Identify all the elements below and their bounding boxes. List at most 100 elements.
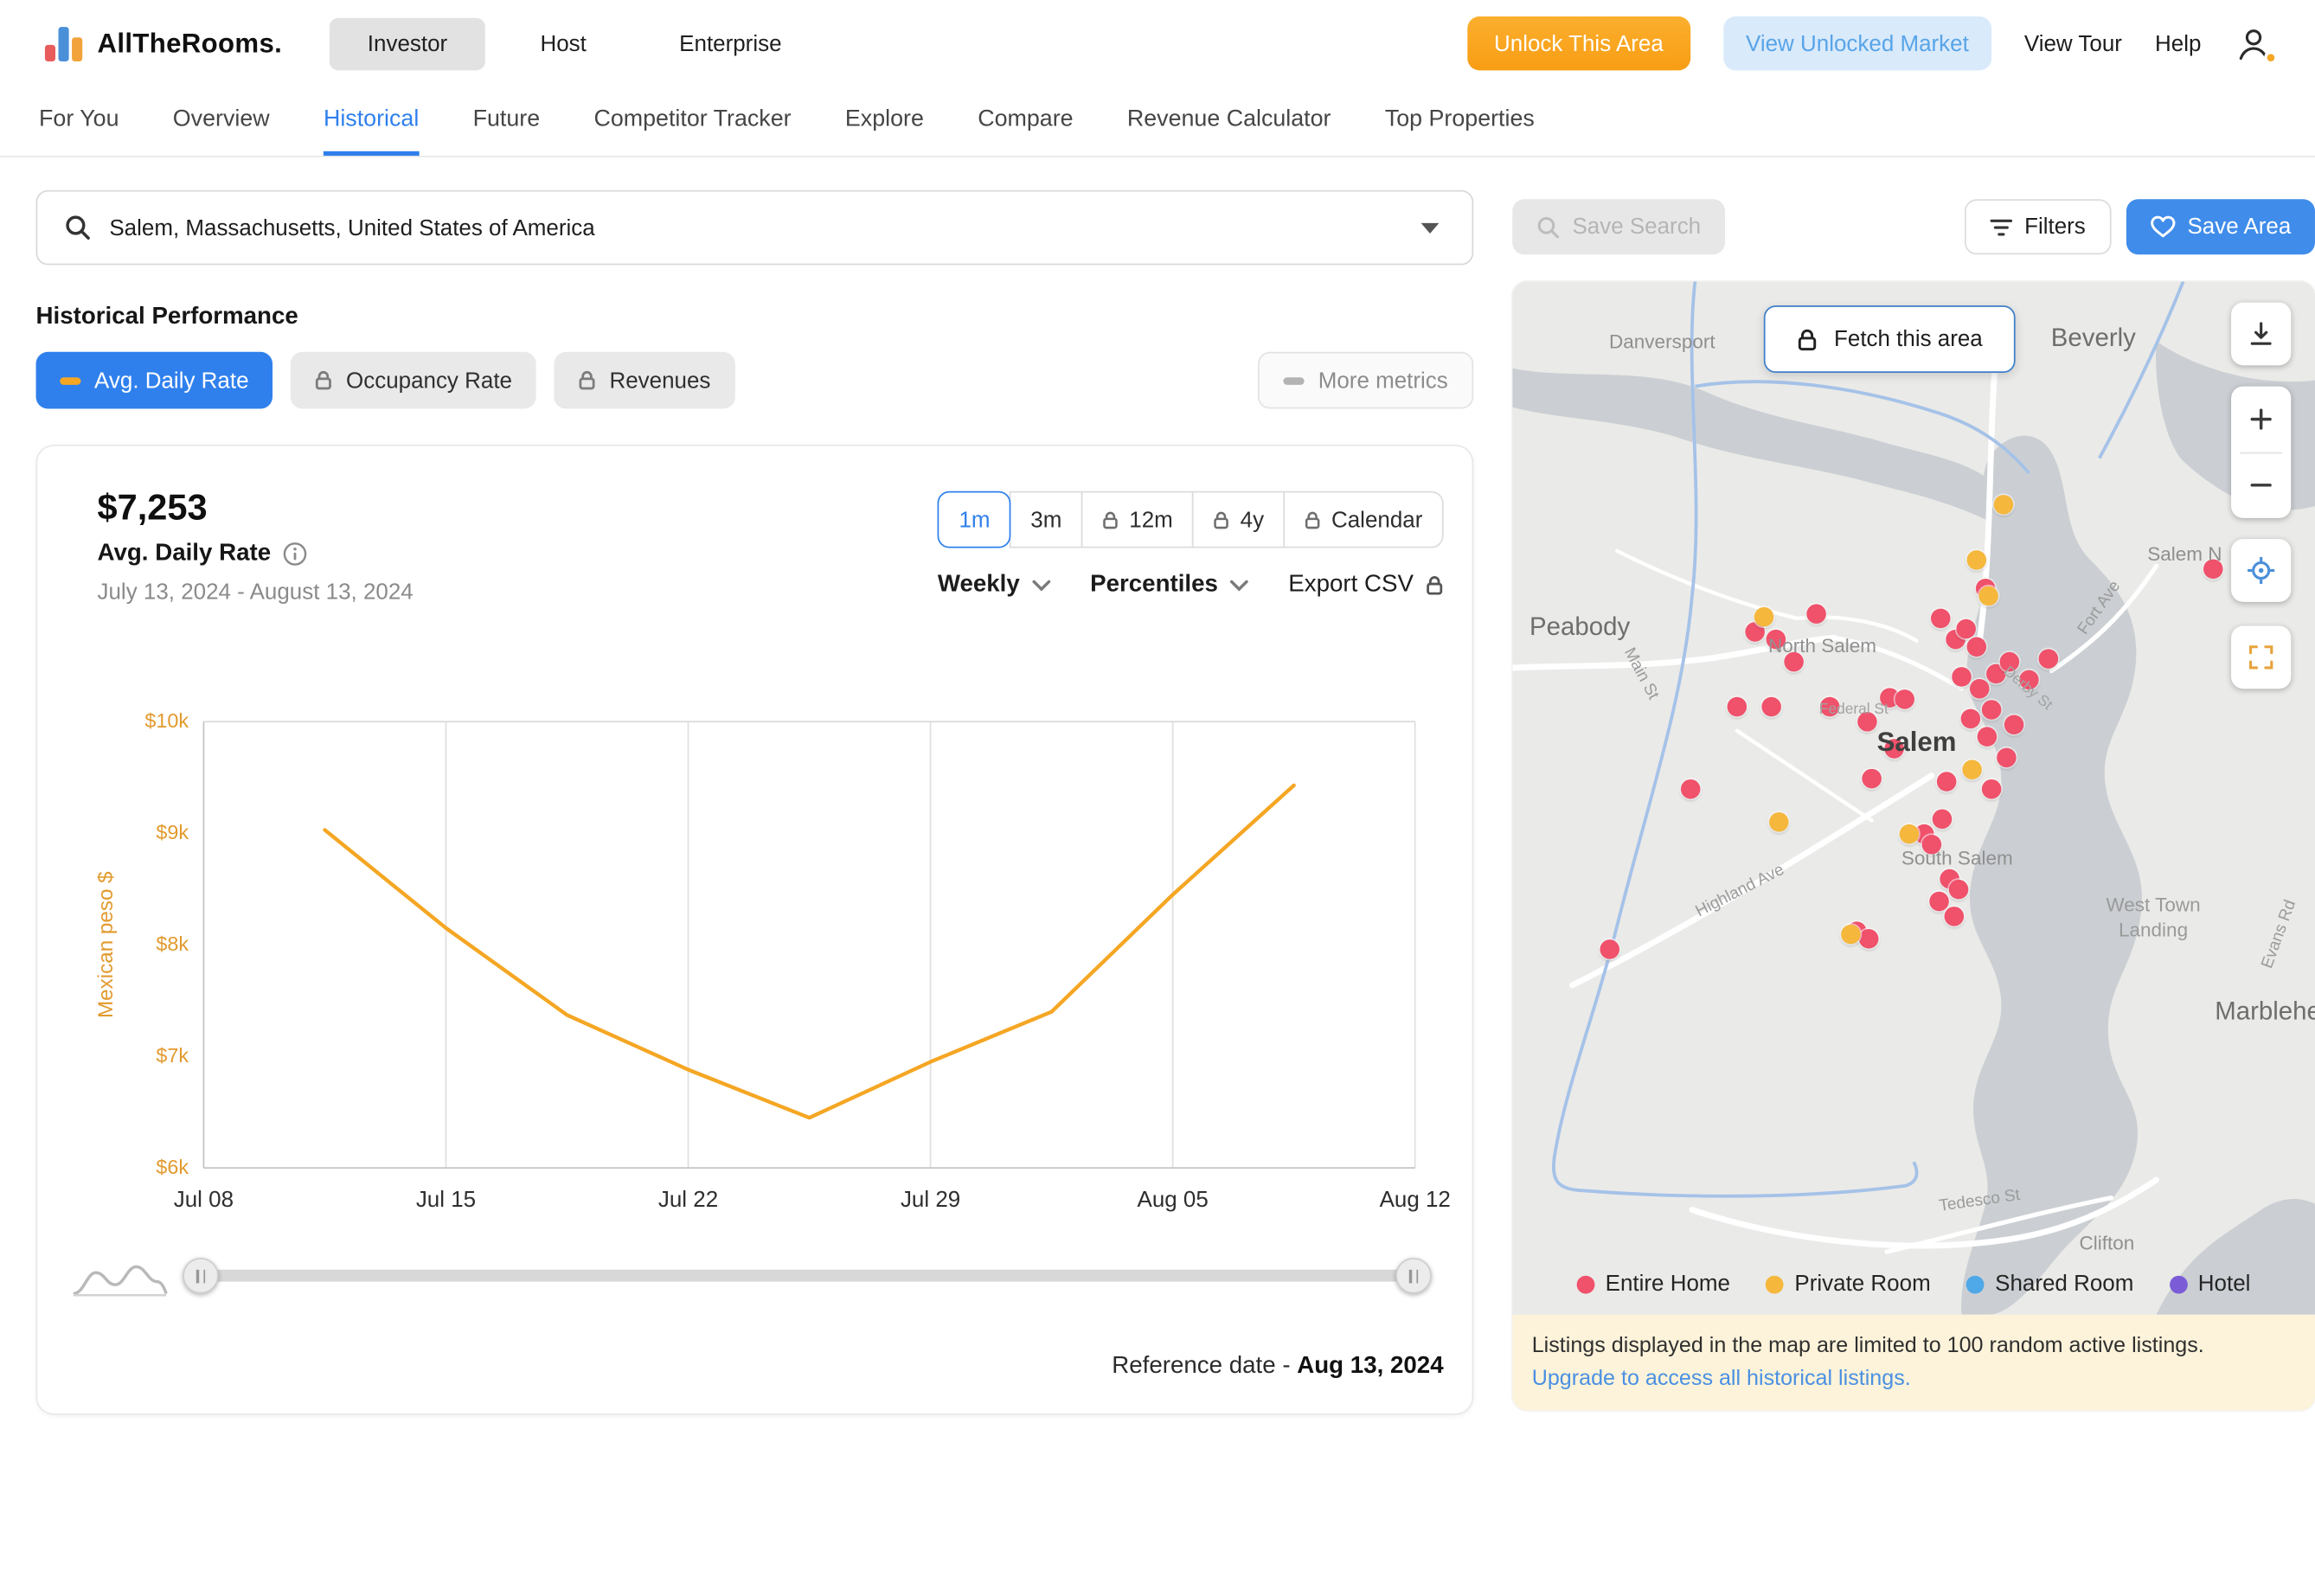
download-map-button[interactable] <box>2231 302 2292 366</box>
listing-dot-entire-home[interactable] <box>1932 809 1953 830</box>
tab-future[interactable]: Future <box>473 87 541 156</box>
listing-dot-entire-home[interactable] <box>1966 637 1987 657</box>
listing-dot-entire-home[interactable] <box>2019 670 2039 690</box>
tab-competitor-tracker[interactable]: Competitor Tracker <box>593 87 791 156</box>
map[interactable]: Danversport Beverly Peabody North Salem Sale… <box>1512 281 2315 1315</box>
listing-dot-entire-home[interactable] <box>1931 608 1951 629</box>
range-4y[interactable]: 4y <box>1192 490 1286 548</box>
save-search-button[interactable]: Save Search <box>1512 199 1725 255</box>
left-column: Historical Performance Avg. Daily Rate O… <box>35 189 1474 1415</box>
listing-dot-entire-home[interactable] <box>1997 747 2017 768</box>
location-search[interactable] <box>35 189 1474 266</box>
brand-name: AllTheRooms. <box>97 28 283 58</box>
location-search-input[interactable] <box>109 215 1403 240</box>
view-tour-link[interactable]: View Tour <box>2024 30 2122 55</box>
dropdown-caret-icon[interactable] <box>1420 222 1440 234</box>
listing-dot-entire-home[interactable] <box>1977 727 1998 747</box>
info-icon[interactable] <box>283 542 307 567</box>
zoom-out-button[interactable] <box>2231 453 2291 518</box>
listing-dot-entire-home[interactable] <box>1858 929 1879 949</box>
listing-dot-private-room[interactable] <box>1841 924 1861 945</box>
nav-investor[interactable]: Investor <box>330 16 485 70</box>
tab-historical[interactable]: Historical <box>323 87 420 157</box>
listing-dot-entire-home[interactable] <box>1761 696 1781 717</box>
legend-label: Entire Home <box>1605 1271 1730 1297</box>
tab-revenue-calculator[interactable]: Revenue Calculator <box>1127 87 1331 156</box>
listing-dot-entire-home[interactable] <box>1944 907 1965 926</box>
nav-enterprise[interactable]: Enterprise <box>642 17 819 70</box>
listing-dot-entire-home[interactable] <box>1784 651 1804 672</box>
listing-dot-entire-home[interactable] <box>1727 696 1747 717</box>
listing-dot-entire-home[interactable] <box>1862 768 1882 789</box>
listing-dot-entire-home[interactable] <box>1960 708 1981 729</box>
export-csv-button[interactable]: Export CSV <box>1288 572 1443 599</box>
filters-button[interactable]: Filters <box>1964 199 2112 255</box>
listing-dot-private-room[interactable] <box>1962 760 1982 779</box>
listing-dot-entire-home[interactable] <box>1921 834 1942 855</box>
upgrade-link[interactable]: Upgrade to access all historical listing… <box>1532 1368 1911 1392</box>
listing-dot-private-room[interactable] <box>1993 495 2014 515</box>
zoom-in-button[interactable] <box>2231 387 2291 452</box>
listing-dot-entire-home[interactable] <box>1948 879 1969 900</box>
range-label: 12m <box>1129 506 1173 533</box>
lock-icon <box>1798 328 1817 350</box>
tab-for-you[interactable]: For You <box>39 87 119 156</box>
tab-explore[interactable]: Explore <box>845 87 924 156</box>
help-link[interactable]: Help <box>2155 30 2201 55</box>
nav-host[interactable]: Host <box>503 17 624 70</box>
locate-me-button[interactable] <box>2231 539 2292 602</box>
metric-revenues[interactable]: Revenues <box>554 351 735 409</box>
listing-dot-entire-home[interactable] <box>2004 715 2024 735</box>
slider-handle-left[interactable] <box>183 1257 219 1294</box>
tab-overview[interactable]: Overview <box>173 87 270 156</box>
export-label: Export CSV <box>1288 572 1414 598</box>
more-metrics-button[interactable]: More metrics <box>1258 351 1474 409</box>
listing-dot-entire-home[interactable] <box>1970 678 1990 699</box>
range-3m[interactable]: 3m <box>1010 490 1083 548</box>
listing-dot-entire-home[interactable] <box>1895 689 1914 709</box>
listing-dot-entire-home[interactable] <box>1680 779 1701 799</box>
frequency-select[interactable]: Weekly <box>938 572 1051 599</box>
listing-dot-entire-home[interactable] <box>1981 779 2002 799</box>
account-avatar[interactable] <box>2235 24 2278 65</box>
range-12m[interactable]: 12m <box>1081 490 1195 548</box>
listing-dot-entire-home[interactable] <box>1857 712 1877 732</box>
range-calendar[interactable]: Calendar <box>1283 490 1444 548</box>
metric-name: Avg. Daily Rate <box>97 540 272 567</box>
listing-dot-entire-home[interactable] <box>1600 939 1619 959</box>
fullscreen-button[interactable] <box>2231 625 2292 689</box>
listing-dot-entire-home[interactable] <box>1766 629 1786 650</box>
listing-dot-entire-home[interactable] <box>1806 604 1826 624</box>
audience-nav: Investor Host Enterprise <box>330 16 819 70</box>
listing-dot-entire-home[interactable] <box>2203 559 2223 579</box>
listing-dot-entire-home[interactable] <box>2038 649 2059 669</box>
metric-occupancy-rate[interactable]: Occupancy Rate <box>290 351 536 409</box>
listing-dot-entire-home[interactable] <box>1952 667 1972 687</box>
listing-dot-entire-home[interactable] <box>1956 619 1976 639</box>
percentiles-select[interactable]: Percentiles <box>1090 572 1249 599</box>
legend-dot-icon <box>1766 1274 1785 1293</box>
listing-dot-private-room[interactable] <box>1769 812 1789 832</box>
listing-dot-private-room[interactable] <box>1966 550 1987 570</box>
metric-avg-daily-rate[interactable]: Avg. Daily Rate <box>35 351 273 409</box>
unlock-this-area-button[interactable]: Unlock This Area <box>1466 16 1690 71</box>
view-unlocked-market-button[interactable]: View Unlocked Market <box>1723 16 1991 71</box>
tab-top-properties[interactable]: Top Properties <box>1385 87 1535 156</box>
listing-dot-entire-home[interactable] <box>1819 696 1840 717</box>
brand[interactable]: AllTheRooms. <box>44 25 283 61</box>
listing-dot-entire-home[interactable] <box>1936 772 1957 792</box>
time-range-slider <box>67 1252 1445 1299</box>
tab-compare[interactable]: Compare <box>978 87 1073 156</box>
listing-dot-entire-home[interactable] <box>1999 651 2020 672</box>
save-area-button[interactable]: Save Area <box>2126 199 2315 255</box>
listing-dot-entire-home[interactable] <box>1981 700 2002 720</box>
listing-dot-private-room[interactable] <box>1978 586 1998 606</box>
fetch-this-area-button[interactable]: Fetch this area <box>1763 305 2016 373</box>
slider-track[interactable] <box>183 1257 1432 1294</box>
listing-dot-private-room[interactable] <box>1899 824 1920 844</box>
listing-dot-private-room[interactable] <box>1754 606 1774 627</box>
listing-dot-entire-home[interactable] <box>1929 891 1949 912</box>
slider-handle-right[interactable] <box>1395 1257 1432 1294</box>
range-1m[interactable]: 1m <box>938 490 1011 548</box>
listing-dot-entire-home[interactable] <box>1884 739 1904 759</box>
